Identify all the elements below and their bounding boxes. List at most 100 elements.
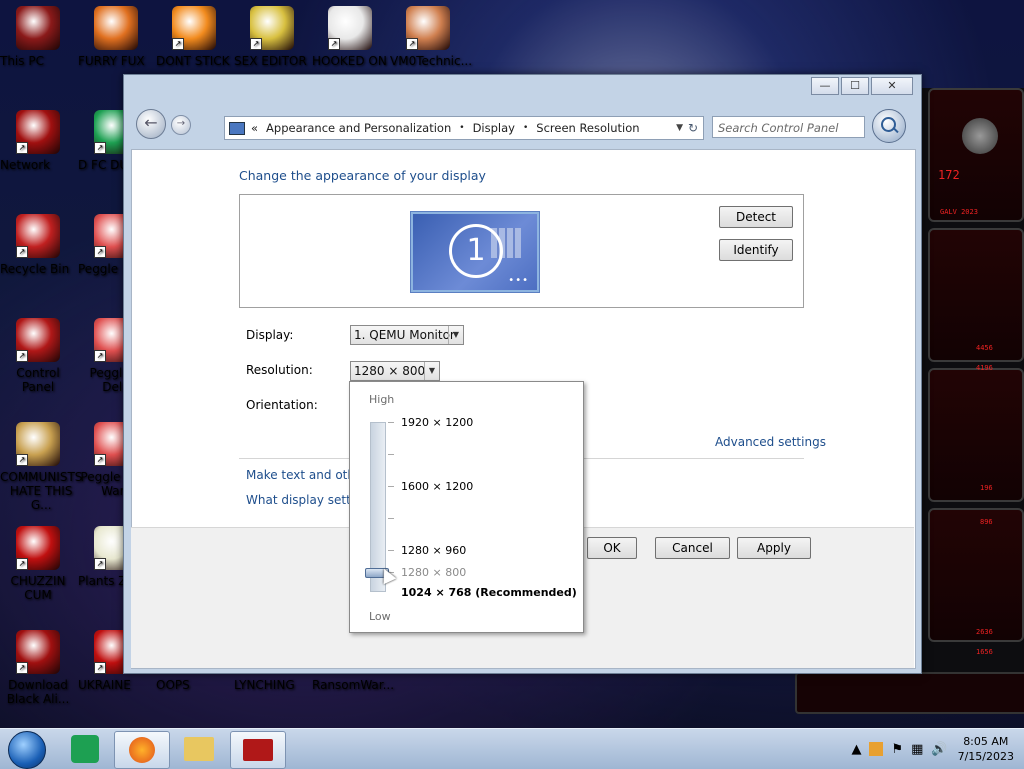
skin-readout: 896 [980,518,993,526]
desktop-icon[interactable]: ↗ Control Panel [0,318,76,394]
taskbar: ▲ ⚑ ▦ 🔊 8:05 AM 7/15/2023 [0,728,1024,769]
search-icon[interactable] [872,109,906,143]
skin-bottom-bar [795,672,1024,714]
desktop-icon-image [94,6,138,50]
breadcrumb-separator: • [522,123,529,133]
resolution-option-1920x1200[interactable]: 1920 × 1200 [401,416,473,429]
detect-button[interactable]: Detect [719,206,793,228]
maximize-button[interactable]: ☐ [841,77,869,95]
resolution-select[interactable]: 1280 × 800 ▼ [350,361,440,381]
desktop-icon-label: SEX EDITOR [234,54,307,68]
shortcut-arrow-icon: ↗ [94,558,106,570]
search-input[interactable]: Search Control Panel [712,116,865,138]
shortcut-arrow-icon: ↗ [94,246,106,258]
shortcut-arrow-icon: ↗ [94,662,106,674]
slider-tick [388,486,394,487]
desktop-icon[interactable]: ↗ CHUZZIN CUM [0,526,76,602]
forward-arrow-icon[interactable]: → [171,115,191,135]
resolution-option-1600x1200[interactable]: 1600 × 1200 [401,480,473,493]
taskbar-control-panel-icon[interactable] [230,731,286,769]
shortcut-arrow-icon: ↗ [94,142,106,154]
start-button[interactable] [8,731,46,769]
monitor-dots: ••• [508,275,529,286]
skin-readout: 196 [980,484,993,492]
desktop-icon-image: ↗ [172,6,216,50]
skin-readout: 172 [938,168,960,182]
apply-button[interactable]: Apply [737,537,811,559]
shortcut-arrow-icon: ↗ [406,38,418,50]
shortcut-arrow-icon: ↗ [16,246,28,258]
desktop-icon[interactable]: FURRY FUX [78,6,154,68]
show-hidden-icons-icon[interactable]: ▲ [851,742,861,757]
alien-logo-icon [962,118,998,154]
app-tray-icon[interactable] [869,742,884,756]
desktop-icon-label: FURRY FUX [78,54,145,68]
desktop-icon[interactable]: ↗ Network [0,110,76,172]
resolution-option-1280x800[interactable]: 1280 × 800 [401,566,466,579]
action-center-flag-icon[interactable]: ⚑ [891,742,903,757]
desktop-icon-label: Recycle Bin [0,262,70,276]
resolution-slider-track[interactable] [370,422,386,592]
volume-icon[interactable]: 🔊 [931,742,947,757]
skin-readout: GALV 2023 [940,208,978,216]
resolution-option-1280x960[interactable]: 1280 × 960 [401,544,466,557]
back-arrow-icon[interactable]: ← [136,109,166,139]
desktop-icon-image: ↗ [16,422,60,466]
advanced-settings-link[interactable]: Advanced settings [715,435,826,449]
chevron-down-icon[interactable]: ▼ [676,123,683,133]
slider-tick [388,550,394,551]
minimize-button[interactable]: — [811,77,839,95]
taskbar-folder-icon[interactable] [172,731,226,767]
shortcut-arrow-icon: ↗ [94,350,106,362]
slider-tick [388,422,394,423]
skin-readout: 1656 [976,648,993,656]
chevron-down-icon: ▼ [448,326,463,344]
resolution-option-1024x768[interactable]: 1024 × 768 (Recommended) [401,586,577,599]
display-label: Display: [246,328,294,342]
desktop-icon-label: LYNCHING [234,678,295,692]
chevron-down-icon: ▼ [424,362,439,380]
monitor-icon[interactable]: 1 ••• [411,212,539,292]
desktop-icon[interactable]: ↗ Download Black Ali... [0,630,76,706]
monitor-number: 1 [449,224,503,278]
desktop-icon-image: ↗ [16,630,60,674]
desktop-icon-image: ↗ [16,110,60,154]
clock[interactable]: 8:05 AM 7/15/2023 [958,734,1014,764]
desktop-icon[interactable]: ↗ Recycle Bin [0,214,76,276]
desktop-icon[interactable]: ↗ SEX EDITOR [234,6,310,68]
breadcrumb-screen-resolution[interactable]: Screen Resolution [536,121,639,135]
desktop-icon-label: Download Black Ali... [6,678,70,706]
address-bar[interactable]: « Appearance and Personalization • Displ… [224,116,704,140]
taskbar-firefox-icon[interactable] [114,731,170,769]
breadcrumb-separator: • [459,123,465,133]
desktop-icon-image: ↗ [406,6,450,50]
shortcut-arrow-icon: ↗ [16,454,28,466]
refresh-icon[interactable]: ↻ [683,121,703,135]
network-icon[interactable]: ▦ [911,742,923,757]
cancel-button[interactable]: Cancel [655,537,730,559]
desktop-icon[interactable]: ↗ COMMUNISTS HATE THIS G... [0,422,82,512]
breadcrumb-display[interactable]: Display [473,121,515,135]
skin-block [928,228,1024,362]
shortcut-arrow-icon: ↗ [16,142,28,154]
ok-button[interactable]: OK [587,537,637,559]
desktop-icon-label: This PC [0,54,44,68]
shortcut-arrow-icon: ↗ [16,558,28,570]
breadcrumb-appearance[interactable]: Appearance and Personalization [266,121,451,135]
desktop-icon-label: CHUZZIN CUM [10,574,66,602]
display-select[interactable]: 1. QEMU Monitor ▼ [350,325,464,345]
taskbar-app-icon[interactable] [58,731,112,767]
page-title: Change the appearance of your display [239,168,486,183]
identify-button[interactable]: Identify [719,239,793,261]
desktop-icon[interactable]: ↗ DONT STICK [156,6,232,68]
skin-block [928,508,1024,642]
desktop-icon-image: ↗ [16,526,60,570]
desktop-icon[interactable]: ↗ VM0Technic... [390,6,472,68]
desktop-icon[interactable]: ↗ HOOKED ON [312,6,388,68]
desktop-icon-label: Network [0,158,51,172]
low-label: Low [369,610,391,623]
desktop-icon-image: ↗ [16,318,60,362]
desktop-icon[interactable]: This PC [0,6,76,68]
close-button[interactable]: ✕ [871,77,913,95]
address-chevron[interactable]: « [251,121,258,135]
